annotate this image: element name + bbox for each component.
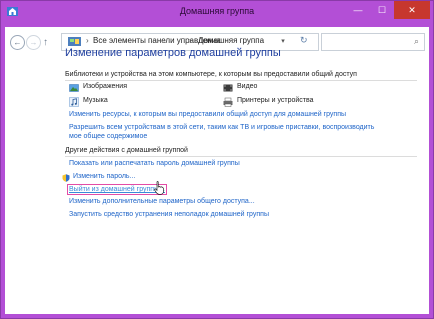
main-content: Изменение параметров домашней группы Биб… — [5, 47, 429, 314]
hand-cursor-icon — [154, 181, 164, 195]
library-item-label: Принтеры и устройства — [237, 97, 314, 104]
search-input[interactable]: ⌕ — [321, 33, 425, 51]
title-bar: Домашняя группа — ☐ ✕ — [1, 1, 433, 27]
up-arrow-icon[interactable]: ↑ — [43, 37, 48, 48]
shield-icon — [62, 174, 70, 182]
breadcrumb-separator: › — [189, 36, 192, 45]
refresh-icon[interactable]: ↻ — [300, 35, 308, 46]
link-change-shared-resources[interactable]: Изменить ресурсы, к которым вы предостав… — [69, 111, 346, 118]
video-icon — [223, 84, 233, 92]
link-leave-homegroup[interactable]: Выйти из домашней группы... — [67, 184, 167, 195]
breadcrumb-homegroup[interactable]: Домашняя группа — [198, 36, 264, 45]
library-item-label: Видео — [237, 83, 258, 90]
maximize-button[interactable]: ☐ — [370, 1, 394, 19]
link-show-password[interactable]: Показать или распечатать пароль домашней… — [69, 160, 240, 167]
pictures-icon — [69, 84, 79, 92]
section-title-other-actions: Другие действия с домашней группой — [65, 147, 188, 154]
section-title-libraries: Библиотеки и устройства на этом компьюте… — [65, 71, 357, 78]
library-item-label: Изображения — [83, 83, 127, 90]
library-item-label: Музыка — [83, 97, 108, 104]
link-allow-devices-stream-cont[interactable]: мое общее содержимое — [69, 133, 147, 140]
search-icon[interactable]: ⌕ — [414, 36, 419, 47]
link-allow-devices-stream[interactable]: Разрешить всем устройствам в этой сети, … — [69, 124, 374, 131]
music-icon — [69, 97, 79, 107]
divider — [65, 156, 417, 157]
page-title: Изменение параметров домашней группы — [65, 47, 281, 59]
back-arrow-icon[interactable]: ← — [10, 35, 25, 50]
link-advanced-sharing[interactable]: Изменить дополнительные параметры общего… — [69, 198, 255, 205]
divider — [65, 80, 417, 81]
link-troubleshooter[interactable]: Запустить средство устранения неполадок … — [69, 211, 269, 218]
printer-icon — [223, 97, 233, 107]
breadcrumb-separator: › — [86, 36, 89, 45]
close-button[interactable]: ✕ — [394, 1, 430, 19]
minimize-button[interactable]: — — [346, 1, 370, 19]
link-change-password[interactable]: Изменить пароль... — [73, 173, 135, 180]
window: Домашняя группа — ☐ ✕ ← → ↑ › Все элемен… — [0, 0, 434, 319]
forward-arrow-icon[interactable]: → — [26, 35, 41, 50]
